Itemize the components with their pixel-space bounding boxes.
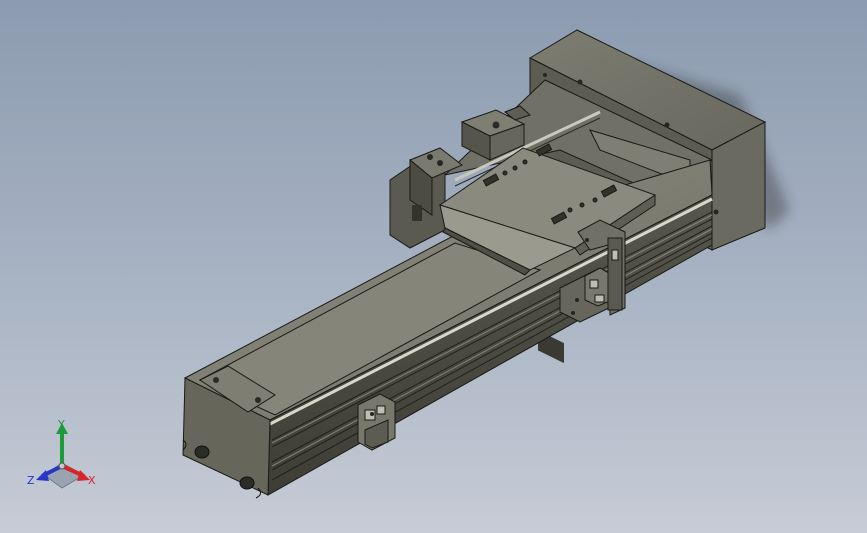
triad-y-label: Y [58,418,65,431]
sensor-bracket-front[interactable] [357,393,396,451]
motor-bolt-hole [543,73,547,77]
graphics-viewport[interactable]: Y X Z [0,0,867,533]
end-face-hole [239,476,255,490]
motor-bolt-hole [664,122,670,128]
triad-x-label: X [88,474,96,487]
motor-bolt-hole [713,209,719,215]
end-face-hole [194,445,210,459]
view-orientation-triad[interactable]: Y X Z [22,418,112,498]
linear-actuator-model[interactable] [0,0,867,533]
triad-z-label: Z [27,474,35,487]
motor-bolt-hole [577,79,583,85]
